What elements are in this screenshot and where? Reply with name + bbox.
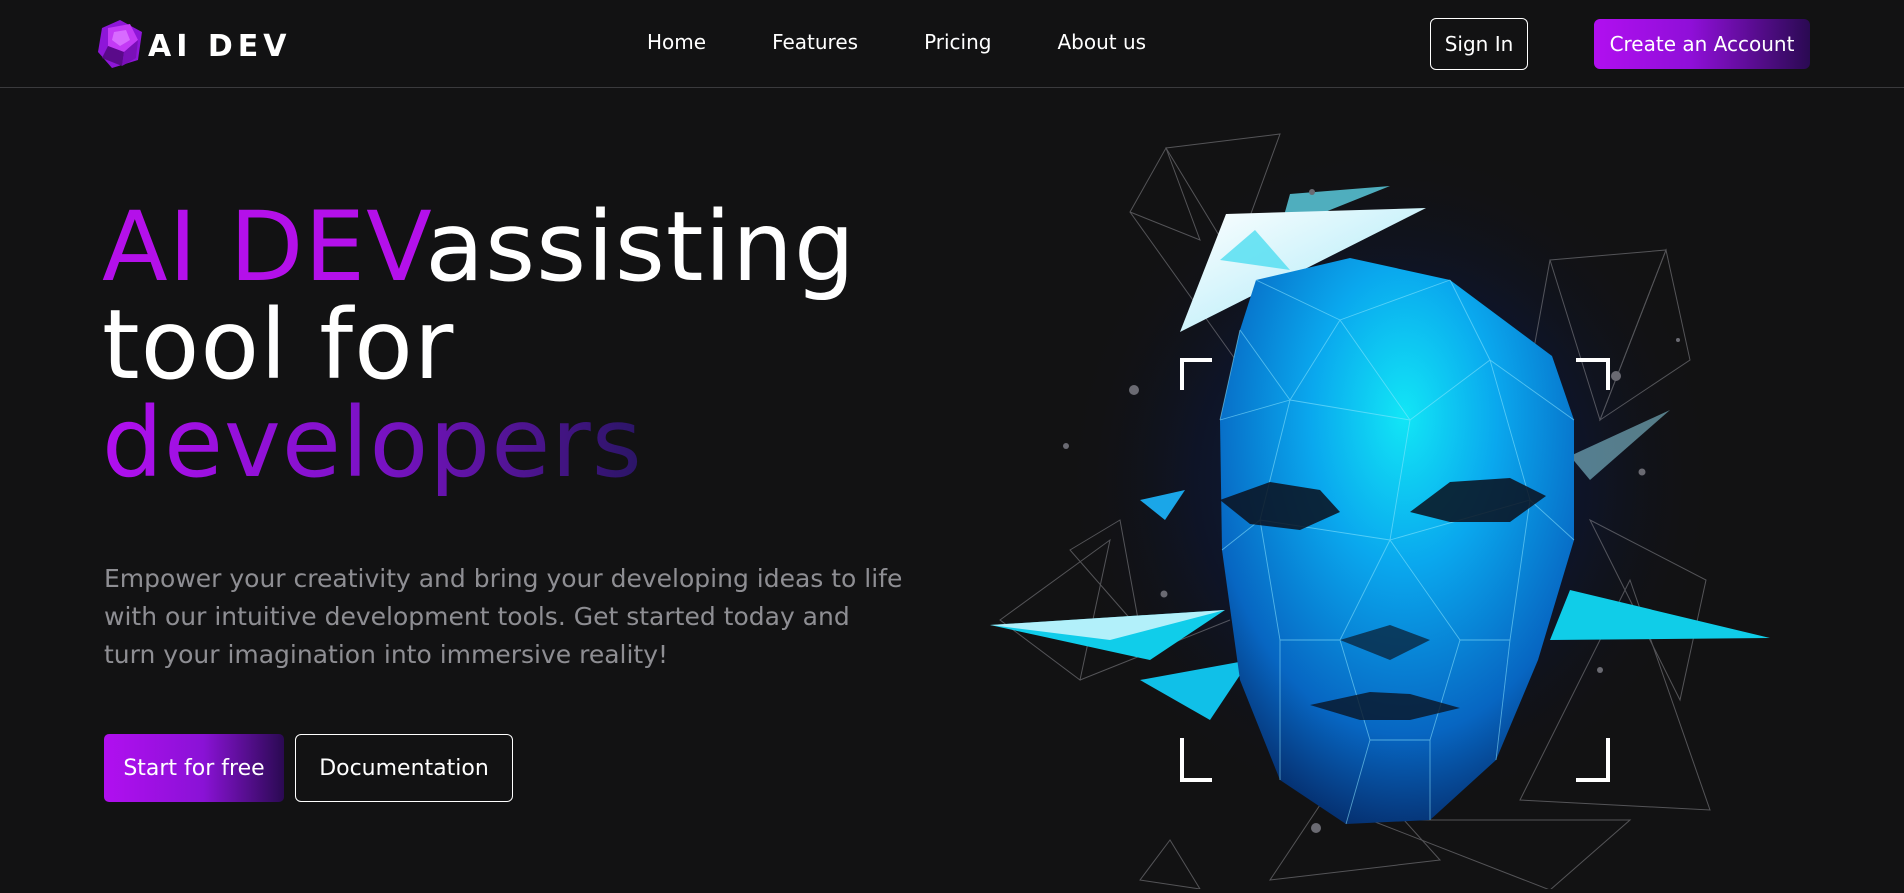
nav-link-features[interactable]: Features: [772, 30, 858, 54]
top-navigation-bar: AI DEV Home Features Pricing About us Si…: [0, 0, 1904, 88]
sign-in-button[interactable]: Sign In: [1430, 18, 1528, 70]
hero-title: AI DEVassisting tool for developers: [102, 198, 962, 492]
hero-title-brand: AI DEV: [102, 191, 426, 303]
create-account-button[interactable]: Create an Account: [1594, 19, 1810, 69]
low-poly-face-icon: [990, 133, 1770, 891]
hero-description: Empower your creativity and bring your d…: [104, 564, 903, 669]
cube-logo-icon: [94, 18, 146, 74]
hero-title-highlight: developers: [102, 387, 643, 499]
nav-link-about-us[interactable]: About us: [1057, 30, 1146, 54]
brand-logo[interactable]: AI DEV: [94, 18, 291, 74]
nav-link-home[interactable]: Home: [647, 30, 706, 54]
documentation-button[interactable]: Documentation: [295, 734, 513, 802]
start-for-free-button[interactable]: Start for free: [104, 734, 284, 802]
hero-illustration: [990, 120, 1790, 891]
brand-name: AI DEV: [148, 28, 292, 64]
main-nav: Home Features Pricing About us: [647, 30, 1212, 54]
nav-link-pricing[interactable]: Pricing: [924, 30, 991, 54]
